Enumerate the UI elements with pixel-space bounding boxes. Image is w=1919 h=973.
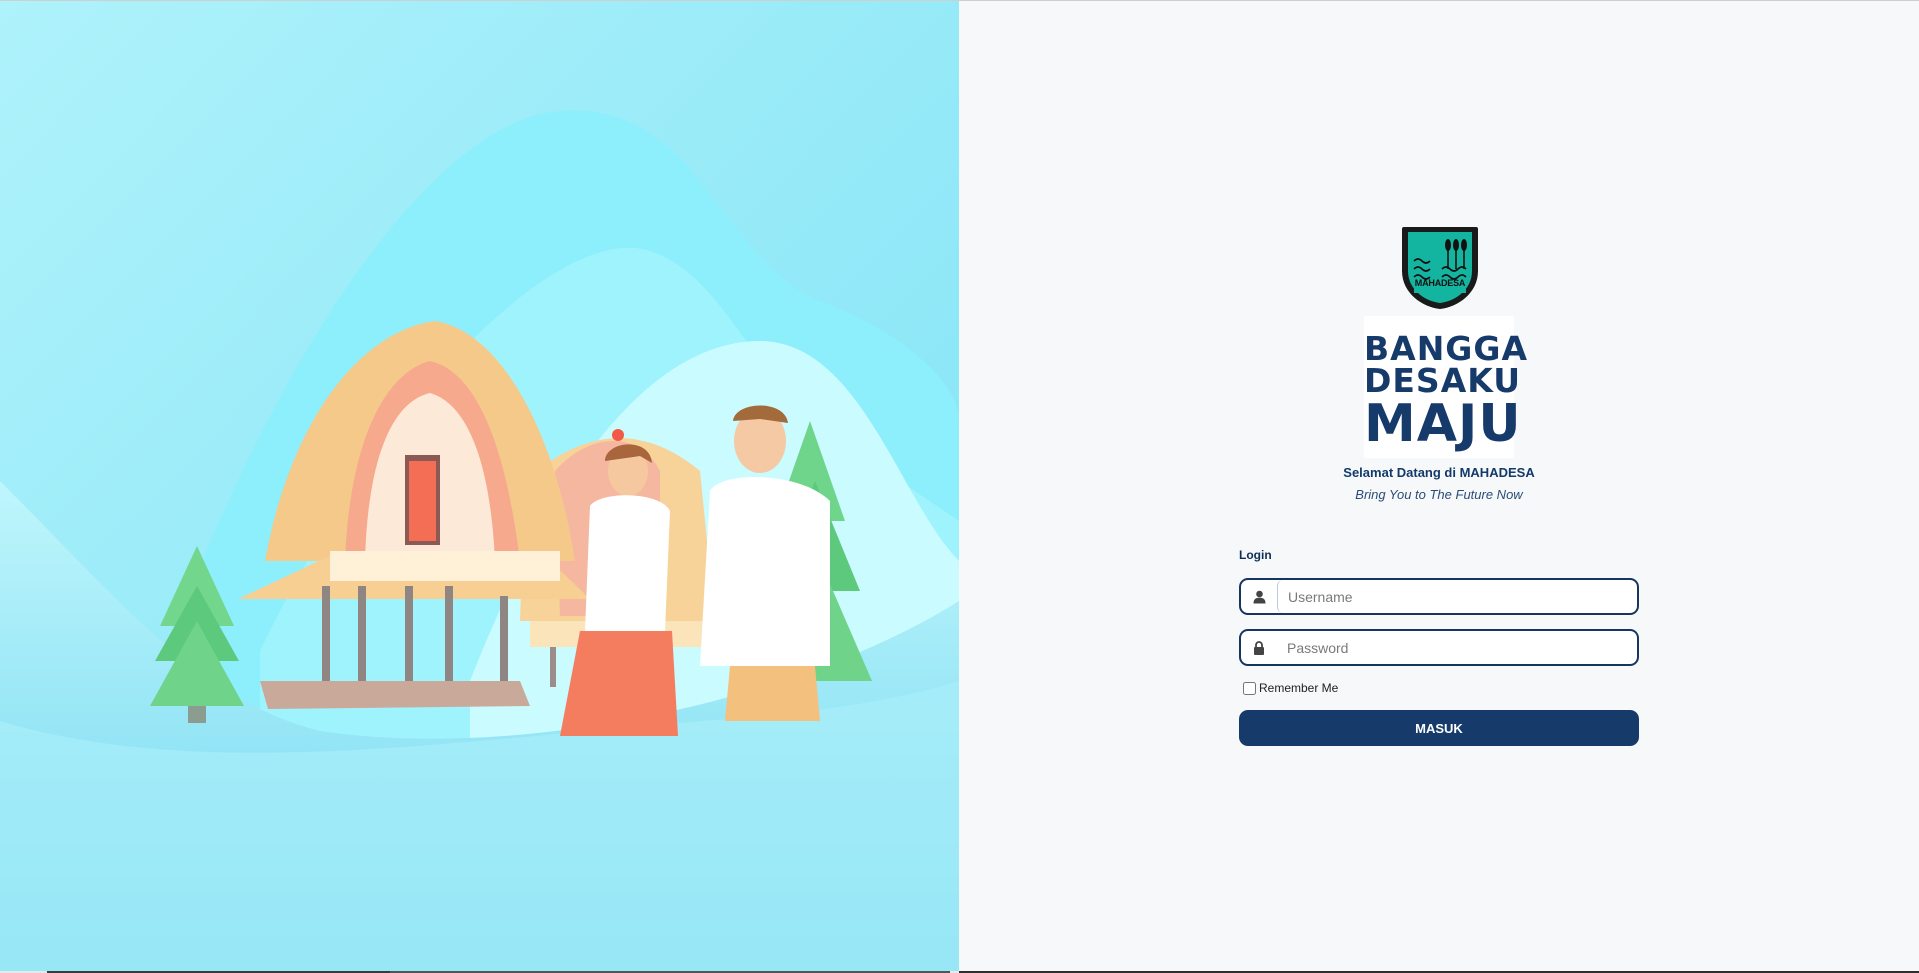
username-input[interactable] (1277, 580, 1631, 613)
username-field[interactable] (1239, 578, 1639, 615)
slogan-line-3: MAJU (1364, 394, 1522, 454)
emblem-label: MAHADESA (1414, 278, 1466, 288)
password-input[interactable] (1277, 631, 1631, 664)
remember-me[interactable]: Remember Me (1243, 681, 1338, 695)
lock-icon (1241, 631, 1277, 664)
slogan-logo: BANGGA DESAKU MAJU (1364, 316, 1529, 458)
welcome-subtitle: Bring You to The Future Now (1355, 487, 1523, 502)
mahadesa-emblem-logo (1398, 223, 1482, 311)
slogan-line-1: BANGGA (1364, 329, 1529, 368)
remember-me-label: Remember Me (1259, 681, 1339, 695)
welcome-title: Selamat Datang di MAHADESA (1343, 465, 1535, 480)
login-heading: Login (1239, 548, 1272, 562)
login-submit-button[interactable]: MASUK (1239, 710, 1639, 746)
password-field[interactable] (1239, 629, 1639, 666)
remember-me-checkbox[interactable] (1243, 681, 1256, 695)
slogan-line-2: DESAKU (1364, 361, 1522, 400)
hero-illustration (0, 1, 959, 971)
user-icon (1241, 580, 1277, 613)
login-panel (959, 1, 1919, 971)
